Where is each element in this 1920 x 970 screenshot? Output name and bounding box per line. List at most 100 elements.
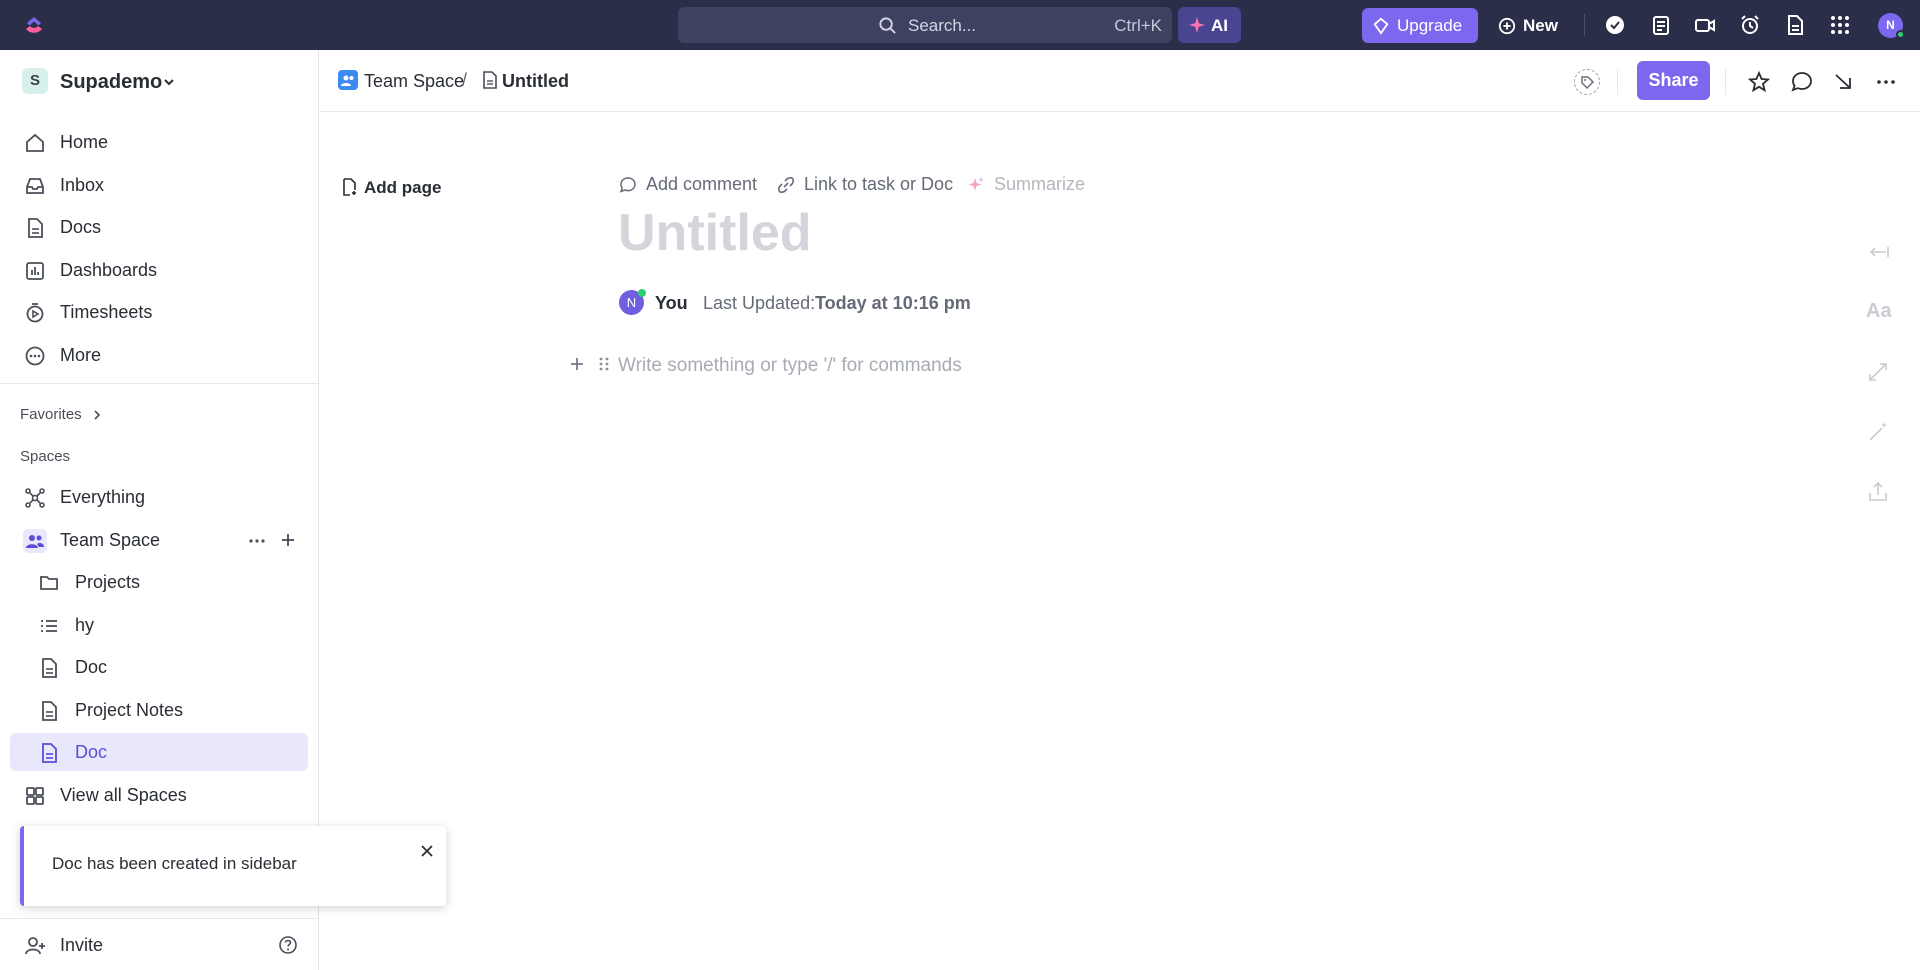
breadcrumb-doc[interactable]: Untitled xyxy=(502,71,569,92)
home-icon xyxy=(24,132,46,154)
favorites-label: Favorites xyxy=(20,406,82,423)
document-icon[interactable] xyxy=(1784,14,1806,36)
link-icon xyxy=(777,176,795,194)
share-button[interactable]: Share xyxy=(1637,61,1710,100)
link-task-button[interactable]: Link to task or Doc xyxy=(804,174,953,195)
grid-icon xyxy=(24,785,46,807)
nav-timesheets-label: Timesheets xyxy=(60,302,153,322)
spaces-section-title: Spaces xyxy=(20,448,71,465)
add-comment-button[interactable]: Add comment xyxy=(646,174,757,195)
help-icon[interactable] xyxy=(278,935,298,955)
nav-home-label: Home xyxy=(60,132,109,152)
star-icon[interactable] xyxy=(1747,70,1771,94)
comment-icon[interactable] xyxy=(1790,70,1814,94)
docs-icon xyxy=(24,217,46,239)
user-avatar[interactable]: N xyxy=(1878,13,1905,39)
upgrade-label: Upgrade xyxy=(1397,16,1463,35)
last-updated-label: Last Updated: xyxy=(703,293,816,313)
collapse-arrow-icon[interactable] xyxy=(1866,240,1890,264)
nav-everything-label: Everything xyxy=(60,487,146,507)
list-icon xyxy=(38,615,60,637)
favorites-section[interactable]: Favorites xyxy=(20,406,102,423)
online-status-dot xyxy=(1896,30,1905,39)
export-icon[interactable] xyxy=(1866,480,1890,504)
typography-icon[interactable]: Aa xyxy=(1866,300,1892,324)
nav-home[interactable]: Home xyxy=(10,123,308,161)
new-label: New xyxy=(1523,16,1558,35)
top-bar: Search... Ctrl+K AI Upgrade New N xyxy=(0,0,1920,50)
nav-more[interactable]: More xyxy=(10,336,308,374)
doc-icon xyxy=(38,657,60,679)
notepad-icon[interactable] xyxy=(1650,14,1672,36)
more-icon xyxy=(24,345,46,367)
apps-grid-icon[interactable] xyxy=(1829,14,1851,36)
sidebar-item-projects[interactable]: Projects xyxy=(10,563,308,601)
breadcrumb-separator: / xyxy=(462,70,468,90)
nav-docs[interactable]: Docs xyxy=(10,208,308,246)
invite-row: Invite xyxy=(10,926,308,964)
editor-placeholder: Write something or type '/' for commands xyxy=(618,355,962,376)
ai-label: AI xyxy=(1211,16,1228,35)
upgrade-icon xyxy=(1372,17,1390,35)
nav-dashboards-label: Dashboards xyxy=(60,260,158,280)
topbar-divider xyxy=(1584,14,1585,36)
toast-message: Doc has been created in sidebar xyxy=(52,854,297,873)
check-circle-icon[interactable] xyxy=(1604,14,1626,36)
author-avatar[interactable]: N xyxy=(619,289,646,315)
upgrade-button[interactable]: Upgrade xyxy=(1362,8,1478,43)
nav-everything[interactable]: Everything xyxy=(10,478,308,516)
sidebar-bottom-divider xyxy=(0,918,319,919)
avatar-initial: N xyxy=(1886,18,1895,32)
sidebar-item-label: Doc xyxy=(75,742,108,762)
plus-circle-icon xyxy=(1498,17,1516,35)
sidebar-item-label: Doc xyxy=(75,657,108,677)
more-horizontal-icon[interactable] xyxy=(1874,70,1898,94)
breadcrumb-space[interactable]: Team Space xyxy=(364,71,464,92)
nav-docs-label: Docs xyxy=(60,217,102,237)
doc-title-input[interactable]: Untitled xyxy=(618,203,812,263)
nav-dashboards[interactable]: Dashboards xyxy=(10,251,308,289)
workspace-name: Supademo xyxy=(60,71,163,93)
sparkle-icon xyxy=(1188,16,1206,34)
sidebar-item-doc[interactable]: Doc xyxy=(10,648,308,686)
alarm-clock-icon[interactable] xyxy=(1739,14,1761,36)
workspace-badge: S xyxy=(22,68,48,94)
sidebar-item-label: Project Notes xyxy=(75,700,184,720)
plus-icon[interactable] xyxy=(279,531,297,549)
summarize-button[interactable]: Summarize xyxy=(994,174,1085,195)
comment-icon xyxy=(619,176,637,194)
search-shortcut: Ctrl+K xyxy=(1114,16,1162,35)
sidebar-item-doc-active[interactable]: Doc xyxy=(10,733,308,771)
team-space-icon xyxy=(338,70,358,90)
inbox-icon xyxy=(24,175,46,197)
chevron-right-icon xyxy=(92,410,102,420)
last-updated-value: Today at 10:16 pm xyxy=(815,293,971,313)
add-page-icon xyxy=(340,178,358,196)
search-bar[interactable]: Search... Ctrl+K xyxy=(678,7,1172,43)
ellipsis-icon[interactable] xyxy=(248,534,266,548)
sidebar-item-hy[interactable]: hy xyxy=(10,606,308,644)
search-placeholder: Search... xyxy=(908,16,977,35)
nav-inbox[interactable]: Inbox xyxy=(10,166,308,204)
sidebar-item-label: hy xyxy=(75,615,95,635)
arrow-down-right-icon[interactable] xyxy=(1832,70,1856,94)
ai-button[interactable]: AI xyxy=(1178,7,1241,43)
add-user-icon[interactable] xyxy=(24,935,46,957)
resize-icon[interactable] xyxy=(1866,360,1890,384)
video-icon[interactable] xyxy=(1694,14,1716,36)
view-all-spaces[interactable]: View all Spaces xyxy=(10,776,308,814)
close-icon[interactable] xyxy=(420,844,434,858)
clickup-logo-icon[interactable] xyxy=(22,13,46,37)
sidebar-divider xyxy=(0,383,319,384)
invite-label[interactable]: Invite xyxy=(60,935,103,956)
everything-icon xyxy=(24,487,46,509)
search-icon xyxy=(878,16,897,35)
drag-handle-icon[interactable] xyxy=(598,356,610,372)
doc-icon xyxy=(38,742,60,764)
nav-timesheets[interactable]: Timesheets xyxy=(10,293,308,331)
tag-icon[interactable] xyxy=(1574,69,1600,95)
add-block-icon[interactable] xyxy=(568,355,586,373)
magic-wand-icon[interactable] xyxy=(1866,420,1890,444)
team-space-icon xyxy=(23,529,47,553)
sidebar-item-project-notes[interactable]: Project Notes xyxy=(10,691,308,729)
